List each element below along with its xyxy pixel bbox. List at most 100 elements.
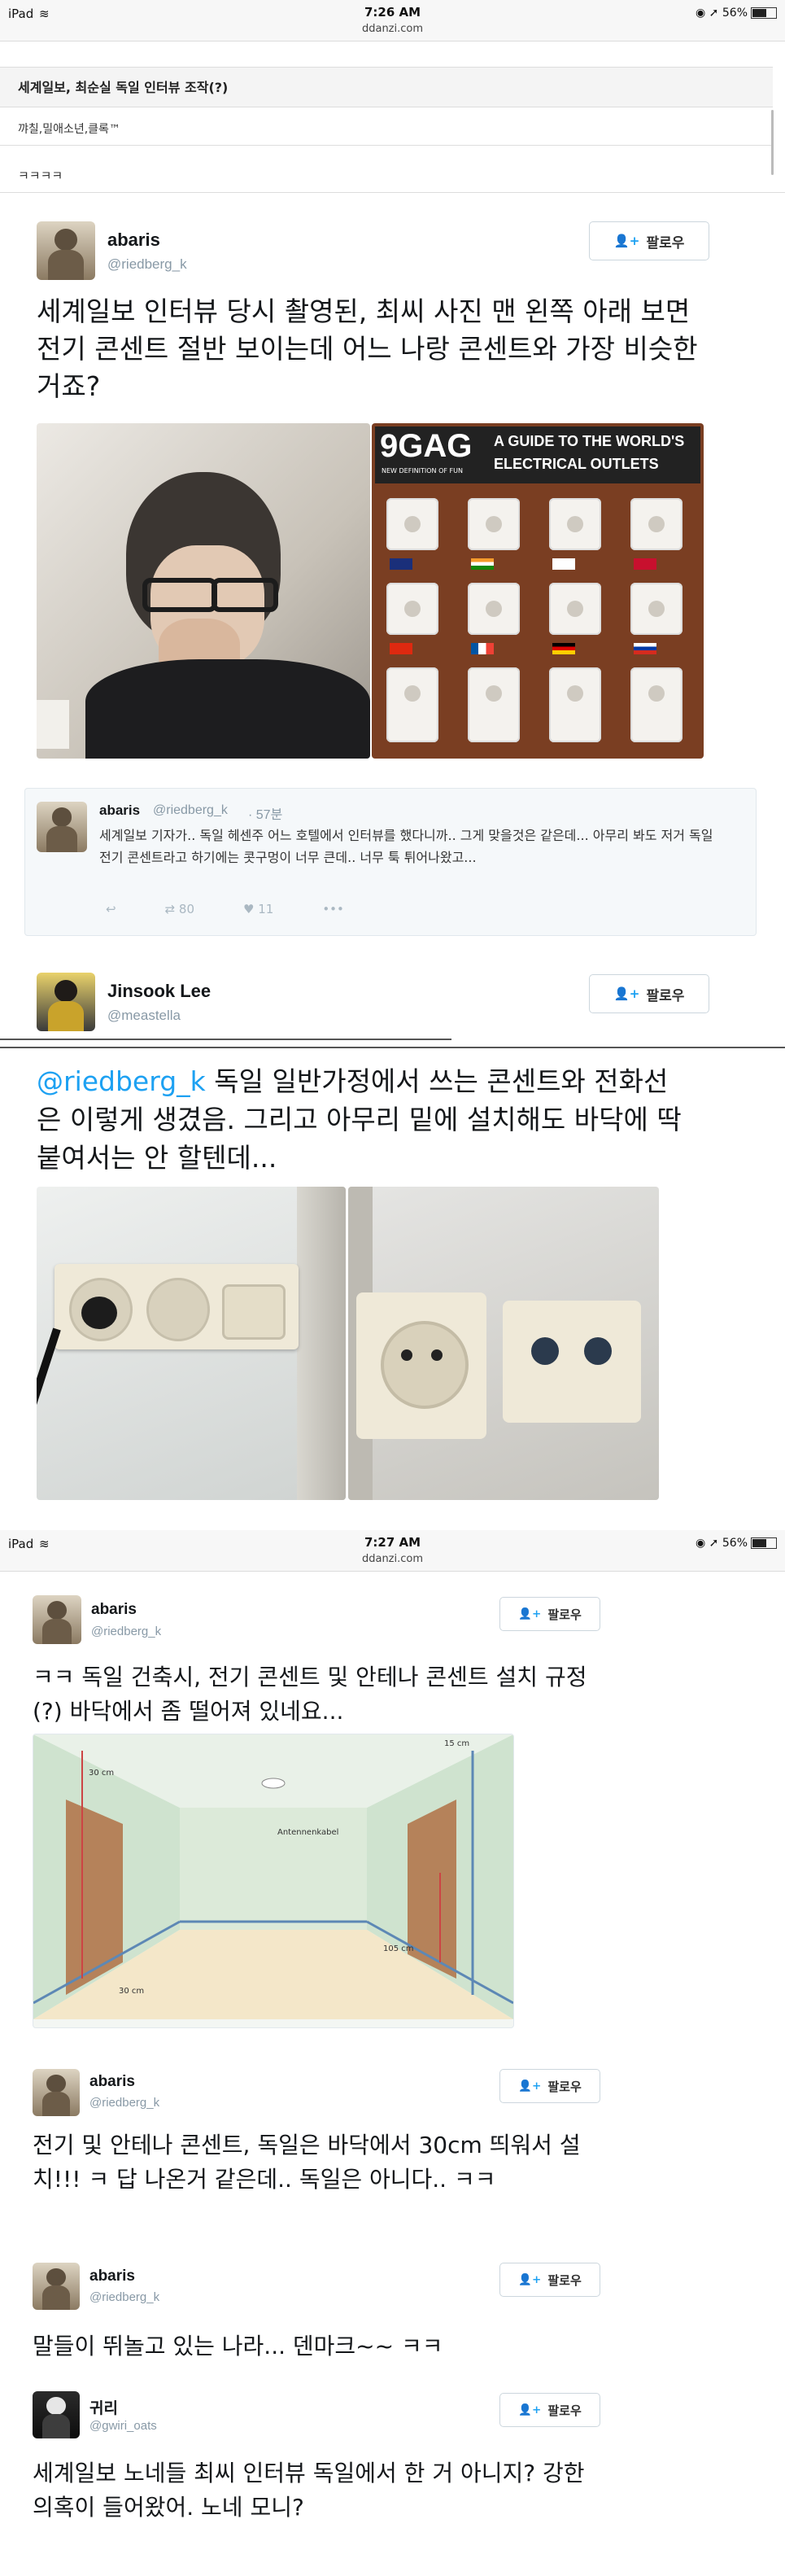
diagram-drawing	[33, 1734, 513, 2019]
diagram-label: 30 cm	[119, 1987, 145, 1996]
user-name[interactable]: abaris	[89, 2268, 135, 2285]
user-handle[interactable]: @riedberg_k	[107, 256, 187, 273]
avatar[interactable]	[37, 802, 87, 852]
follow-label: 팔로우	[547, 2079, 582, 2094]
status-right: ◉ ➚ 56%	[696, 1537, 777, 1550]
divider	[0, 1047, 785, 1048]
tweet-text: @riedberg_k 독일 일반가정에서 쓰는 콘센트와 전화선은 이렇게 생…	[37, 1062, 687, 1177]
mention-link[interactable]: @riedberg_k	[37, 1065, 206, 1097]
tweet-actions: ↩ ⇄ 80 ♥ 11 •••	[106, 902, 344, 916]
avatar[interactable]	[37, 973, 95, 1031]
address-bar[interactable]: ddanzi.com	[0, 23, 785, 35]
tweet-text: 세계일보 인터뷰 당시 촬영된, 최씨 사진 맨 왼쪽 아래 보면 전기 콘센트…	[37, 295, 698, 402]
diagram-label: 15 cm	[444, 1739, 470, 1748]
status-bar: iPad ≋ 7:27 AM ddanzi.com ◉ ➚ 56%	[0, 1530, 785, 1572]
brand-tagline: NEW DEFINITION OF FUN	[382, 467, 463, 475]
brand-logo: 9GAG	[380, 428, 473, 464]
reply-text: 세계일보 기자가.. 독일 헤센주 어느 호텔에서 인터뷰를 했다니까.. 그게…	[99, 828, 713, 865]
flag-icon	[634, 558, 656, 570]
user-handle[interactable]: @riedberg_k	[89, 2290, 159, 2304]
flag-icon	[390, 643, 412, 654]
reply-icon[interactable]: ↩	[106, 902, 116, 916]
outlet-italy	[386, 667, 438, 742]
like-button[interactable]: ♥ 11	[243, 902, 273, 916]
flag-icon	[471, 643, 494, 654]
user-handle[interactable]: @riedberg_k	[89, 2096, 159, 2110]
follow-button[interactable]: 👤+ 팔로우	[589, 974, 709, 1013]
divider	[0, 1039, 451, 1040]
tweet-text: ㅋㅋ 독일 건축시, 전기 콘센트 및 안테나 콘센트 설치 규정(?) 바닥에…	[33, 1664, 587, 1725]
follow-label: 팔로우	[547, 1607, 582, 1622]
status-right: ◉ ➚ 56%	[696, 7, 777, 20]
outlet-india	[468, 498, 520, 550]
user-handle[interactable]: @meastella	[107, 1008, 181, 1024]
address-bar[interactable]: ddanzi.com	[0, 1553, 785, 1565]
add-user-icon: 👤+	[518, 2273, 542, 2286]
add-user-icon: 👤+	[613, 986, 640, 1001]
retweet-button[interactable]: ⇄ 80	[165, 902, 194, 916]
outlet-denmark	[630, 498, 683, 550]
battery-percent: 56%	[722, 1537, 748, 1550]
clock: 7:26 AM	[364, 5, 421, 20]
divider	[0, 145, 773, 146]
follow-label: 팔로우	[646, 987, 685, 1004]
more-icon[interactable]: •••	[322, 902, 344, 916]
user-name[interactable]: 귀리	[89, 2396, 118, 2418]
avatar[interactable]	[33, 2069, 80, 2116]
flag-icon	[634, 643, 656, 654]
user-name[interactable]: Jinsook Lee	[107, 981, 211, 1002]
outlet-photo-1[interactable]	[37, 1187, 346, 1500]
scrollbar[interactable]	[771, 110, 774, 175]
clock: 7:27 AM	[364, 1535, 421, 1550]
diagram-label: 30 cm	[89, 1769, 115, 1778]
follow-button[interactable]: 👤+ 팔로우	[589, 221, 709, 260]
avatar[interactable]	[37, 221, 95, 280]
add-user-icon: 👤+	[518, 1607, 542, 1620]
outlet-photo-2[interactable]	[348, 1187, 659, 1500]
follow-label: 팔로우	[547, 2403, 582, 2418]
user-name[interactable]: abaris	[89, 2073, 135, 2091]
divider	[0, 192, 785, 193]
outlet-france	[468, 583, 520, 635]
tweet-text: 전기 및 안테나 콘센트, 독일은 바닥에서 30cm 띄워서 설치!!! ㅋ …	[33, 2132, 581, 2193]
outlet-brazil	[630, 667, 683, 742]
add-user-icon: 👤+	[518, 2403, 542, 2416]
follow-button[interactable]: 👤+ 팔로우	[499, 2263, 600, 2297]
avatar[interactable]	[33, 2391, 80, 2438]
outlet-japan	[549, 667, 601, 742]
follow-label: 팔로우	[547, 2272, 582, 2288]
user-name[interactable]: abaris	[91, 1601, 137, 1619]
follow-label: 팔로우	[646, 234, 685, 251]
infographic-title-2: ELECTRICAL OUTLETS	[494, 456, 659, 472]
user-name[interactable]: abaris	[99, 803, 140, 819]
flag-icon	[552, 558, 575, 570]
battery-percent: 56%	[722, 7, 748, 20]
user-name[interactable]: abaris	[107, 230, 160, 251]
tweet-text: 세계일보 노네들 최씨 인터뷰 독일에서 한 거 아니지? 강한 의혹이 들어왔…	[33, 2460, 585, 2521]
user-handle[interactable]: @gwiri_oats	[89, 2419, 157, 2433]
flag-icon	[552, 643, 575, 654]
add-user-icon: 👤+	[613, 234, 640, 248]
outlet-israel	[549, 498, 601, 550]
installation-diagram[interactable]: 15 cm 30 cm Antennenkabel 105 cm 30 cm	[33, 1734, 514, 2028]
interview-photo[interactable]	[37, 423, 370, 759]
tweet-age: · 57분	[248, 808, 283, 822]
user-handle[interactable]: @riedberg_k	[91, 1625, 161, 1638]
avatar[interactable]	[33, 2263, 80, 2310]
battery-icon	[751, 7, 777, 19]
retweet-count: 80	[178, 902, 195, 916]
follow-button[interactable]: 👤+ 팔로우	[499, 1597, 600, 1631]
diagram-label: Antennenkabel	[277, 1828, 339, 1837]
outlets-infographic[interactable]: 9GAG NEW DEFINITION OF FUN A GUIDE TO TH…	[372, 423, 704, 759]
outlet-russia	[630, 583, 683, 635]
post-body: ㅋㅋㅋㅋ	[18, 168, 63, 183]
infographic-title-1: A GUIDE TO THE WORLD'S	[494, 433, 685, 449]
flag-icon	[390, 558, 412, 570]
outlet-germany	[549, 583, 601, 635]
post-author[interactable]: 꺄칠,밀애소년,클록™	[18, 120, 120, 137]
follow-button[interactable]: 👤+ 팔로우	[499, 2393, 600, 2427]
avatar[interactable]	[33, 1595, 81, 1644]
follow-button[interactable]: 👤+ 팔로우	[499, 2069, 600, 2103]
post-title: 세계일보, 최순실 독일 인터뷰 조작(?)	[0, 67, 773, 107]
user-handle[interactable]: @riedberg_k	[153, 803, 228, 818]
